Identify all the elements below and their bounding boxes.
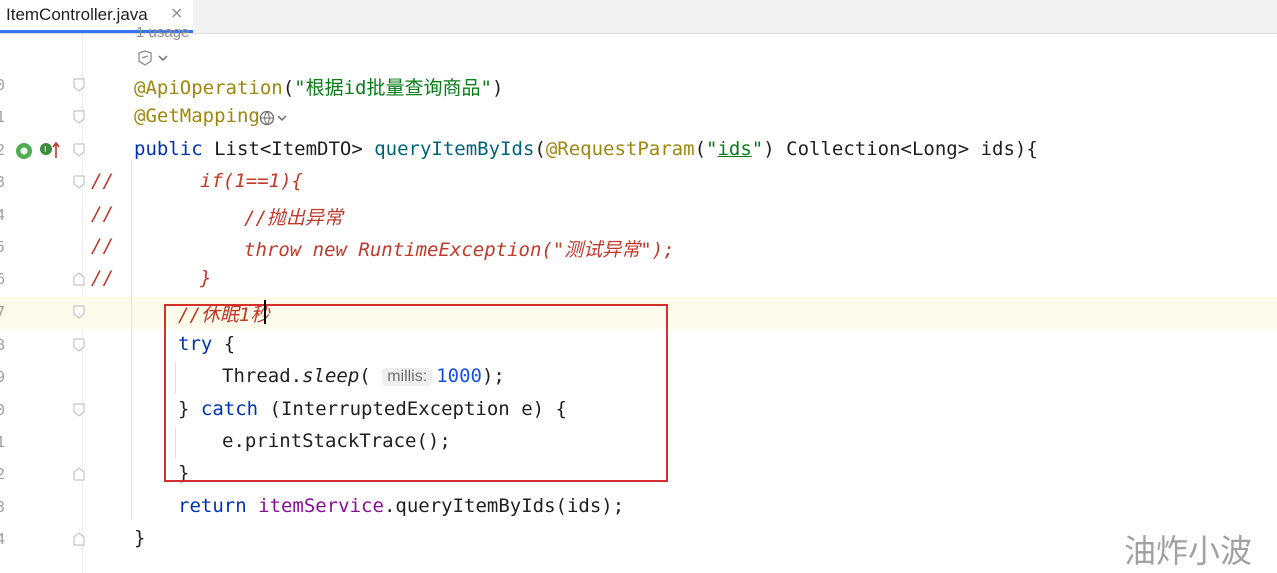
globe-icon[interactable] [259,110,289,132]
fold-icon[interactable] [73,110,85,124]
comment-marker: // [91,203,114,225]
code-line[interactable]: 0 @ApiOperation("根据id批量查询商品") [0,70,1277,102]
line-number: 8 [0,336,6,354]
fold-icon[interactable] [73,532,85,546]
code-line[interactable]: 4 // //抛出异常 [0,200,1277,232]
code-text: @ApiOperation("根据id批量查询商品") [134,77,504,99]
editor-tab-bar: ItemController.java × [0,0,1277,34]
fold-icon[interactable] [73,403,85,417]
code-text: //抛出异常 [244,207,343,229]
code-line[interactable]: 3 return itemService.queryItemByIds(ids)… [0,492,1277,524]
line-number: 2 [0,465,6,483]
line-number: 7 [0,303,6,321]
text-caret [264,300,266,324]
line-number: 1 [0,108,6,126]
usage-hint[interactable]: 1 usage [136,24,189,41]
code-text: throw new RuntimeException("测试异常"); [244,239,675,261]
fold-icon[interactable] [73,272,85,286]
fold-icon[interactable] [73,467,85,481]
code-line[interactable]: 1 @GetMapping [0,102,1277,134]
line-number: 4 [0,206,6,224]
fold-icon[interactable] [73,338,85,352]
fold-icon[interactable] [73,143,85,157]
code-text: @GetMapping [134,105,260,127]
watermark: 油炸小波 [1124,532,1253,570]
code-line[interactable]: 3 // if(1==1){ [0,167,1277,199]
fold-icon[interactable] [73,78,85,92]
code-line[interactable]: 2 public List<ItemDTO> queryItemByIds(@R… [0,135,1277,167]
code-line[interactable]: 4 } [0,524,1277,556]
highlight-box [164,304,668,482]
indent-guide [131,160,132,520]
close-icon[interactable]: × [170,3,183,22]
comment-marker: // [91,267,114,289]
fold-icon[interactable] [73,305,85,319]
line-number: 1 [0,433,6,451]
line-number: 3 [0,173,6,191]
line-number: 0 [0,401,6,419]
comment-marker: // [91,170,114,192]
comment-marker: // [91,235,114,257]
line-number: 5 [0,238,6,256]
code-text: } [134,527,146,549]
tab-title: ItemController.java [6,5,148,24]
code-text: } [200,267,212,289]
line-number: 3 [0,498,6,516]
code-line[interactable]: 5 // throw new RuntimeException("测试异常"); [0,232,1277,264]
line-number: 9 [0,368,6,386]
code-text: return itemService.queryItemByIds(ids); [178,495,625,517]
line-number: 0 [0,76,6,94]
line-number: 4 [0,530,6,548]
fold-icon[interactable] [73,175,85,189]
code-text: public List<ItemDTO> queryItemByIds(@Req… [134,138,1038,160]
api-endpoint-icon[interactable] [136,49,172,71]
code-line[interactable]: 6 // } [0,264,1277,296]
line-number: 2 [0,141,6,159]
line-number: 6 [0,270,6,288]
code-text: if(1==1){ [200,170,303,192]
